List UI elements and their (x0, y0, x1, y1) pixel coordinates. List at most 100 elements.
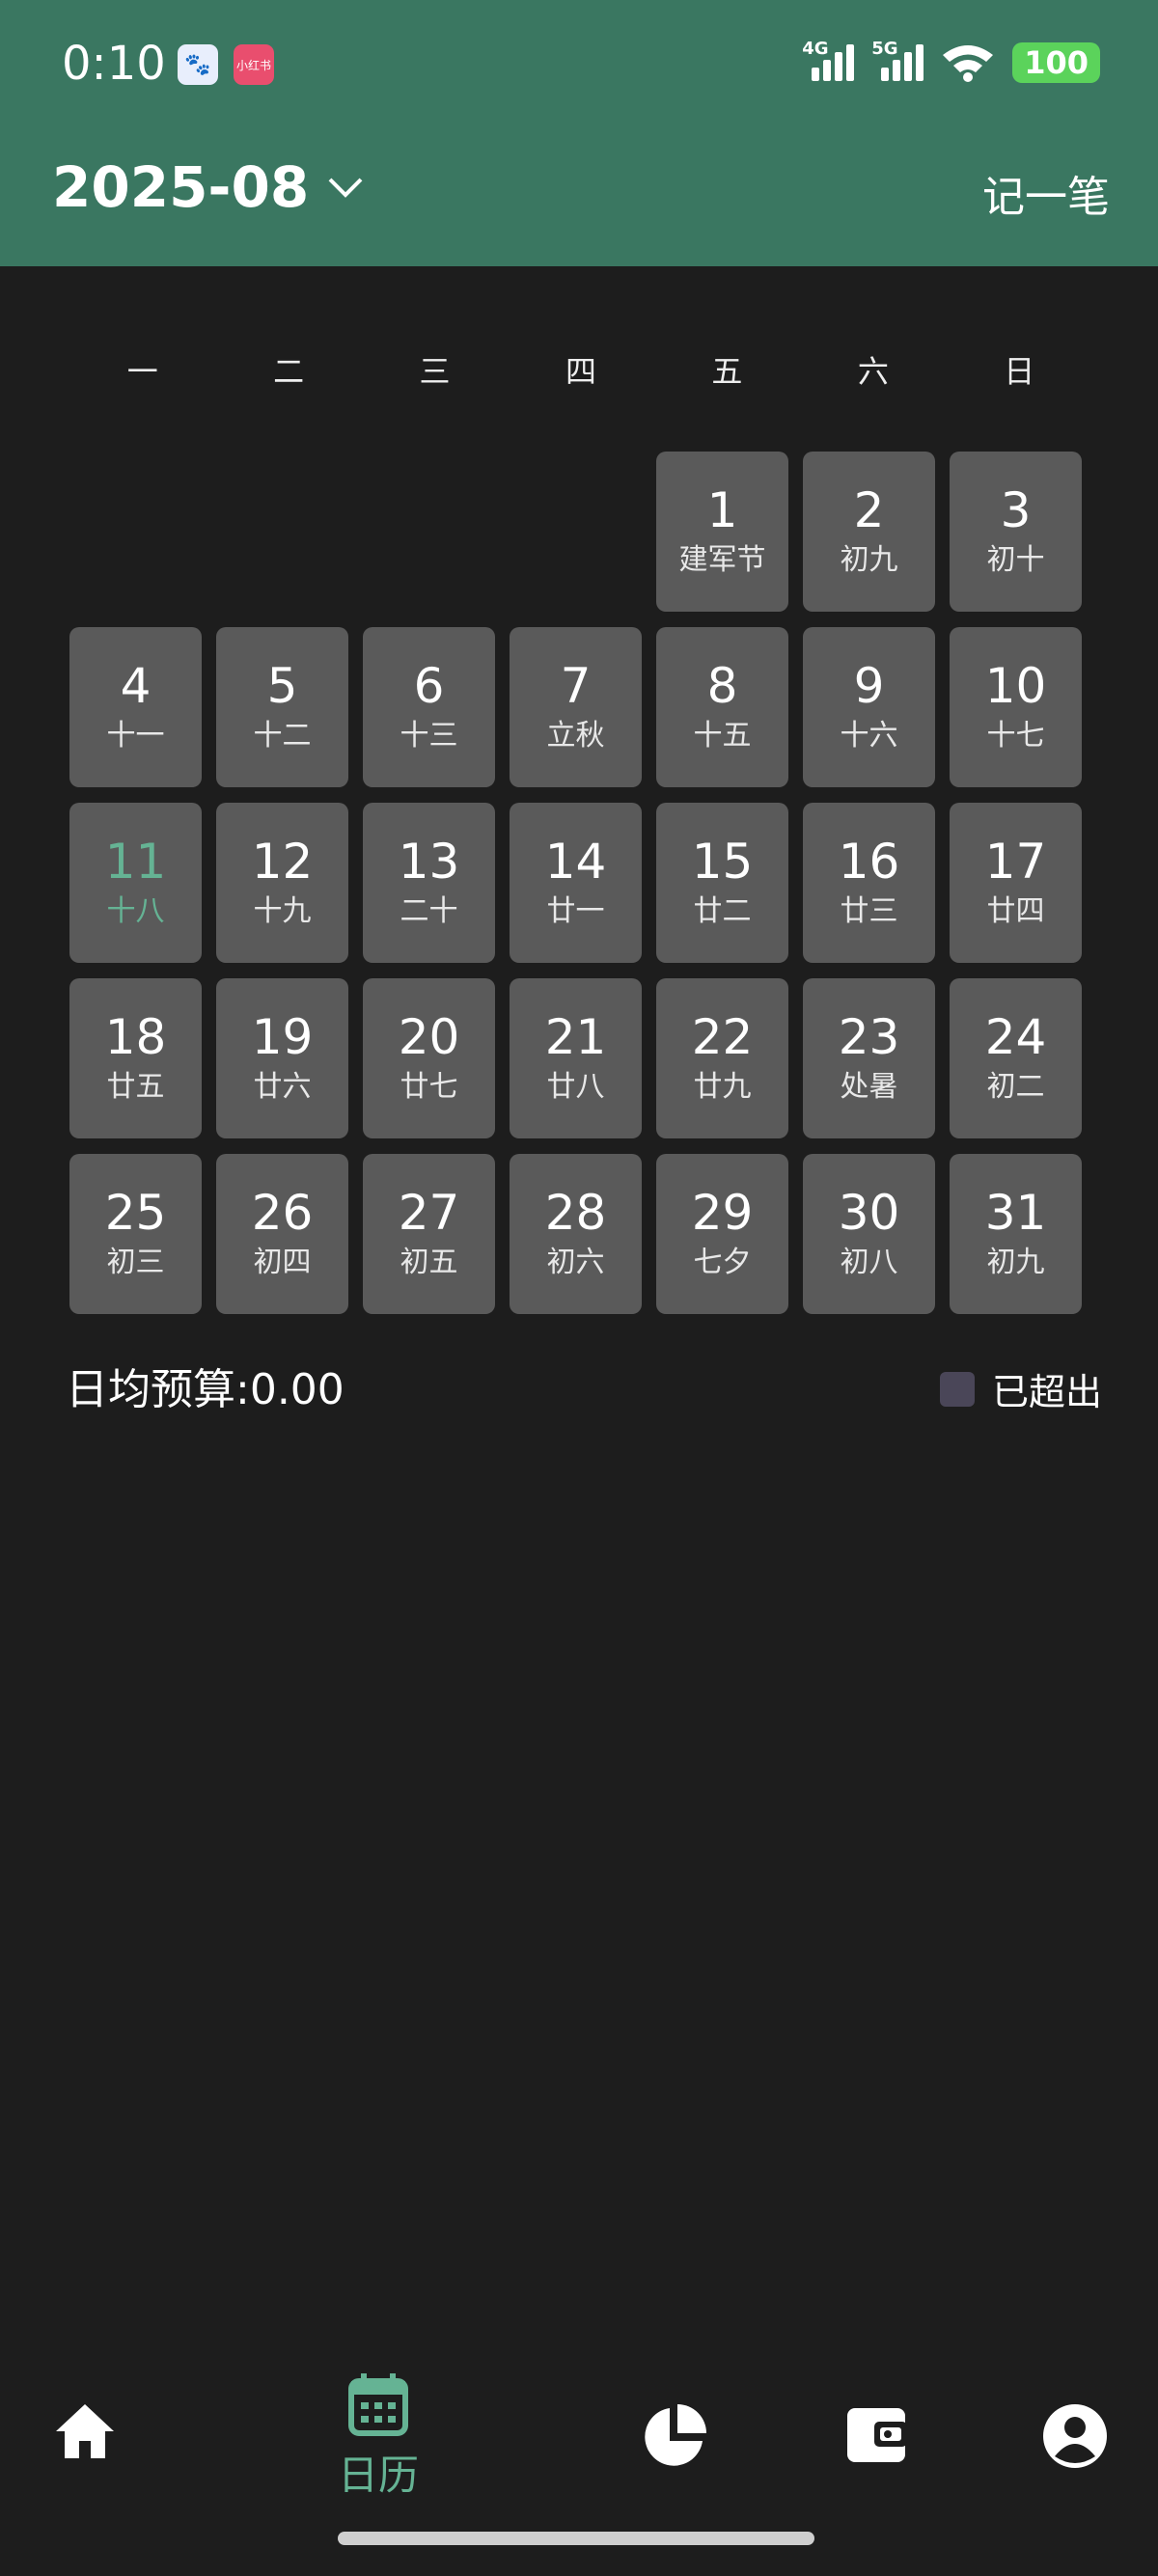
lunar-date: 建军节 (678, 543, 766, 577)
lunar-date: 初三 (106, 1246, 165, 1279)
wifi-icon (943, 45, 994, 82)
day-number: 13 (398, 834, 460, 890)
calendar-day-cell[interactable]: 6 十三 (363, 627, 495, 787)
weekday-label: 日 (1004, 353, 1035, 390)
calendar-day-cell[interactable]: 8 十五 (656, 627, 788, 787)
lunar-date: 廿五 (106, 1070, 165, 1104)
calendar-day-cell[interactable]: 16 廿三 (803, 803, 935, 963)
calendar-blank-cell (216, 452, 348, 612)
day-number: 16 (838, 834, 900, 890)
app-header: 0:10 🐾 小红书 4G 5G 100 2025-08 记一笔 (0, 0, 1158, 266)
calendar-day-cell[interactable]: 14 廿一 (510, 803, 642, 963)
calendar-blank-cell (363, 452, 495, 612)
lunar-date: 初四 (253, 1246, 312, 1279)
calendar-day-cell[interactable]: 1 建军节 (656, 452, 788, 612)
calendar-day-cell[interactable]: 5 十二 (216, 627, 348, 787)
signal-4g-icon: 4G (802, 39, 855, 81)
calendar-day-cell[interactable]: 12 十九 (216, 803, 348, 963)
calendar-day-cell[interactable]: 17 廿四 (950, 803, 1082, 963)
weekday-label: 一 (126, 353, 158, 390)
day-number: 23 (838, 1009, 900, 1065)
calendar-day-cell[interactable]: 2 初九 (803, 452, 935, 612)
calendar-day-cell[interactable]: 25 初三 (69, 1154, 202, 1314)
calendar-day-cell[interactable]: 13 二十 (363, 803, 495, 963)
day-number: 10 (984, 658, 1047, 714)
calendar-day-cell[interactable]: 11 十八 (69, 803, 202, 963)
calendar-day-cell[interactable]: 15 廿二 (656, 803, 788, 963)
day-number: 12 (251, 834, 314, 890)
calendar-day-cell[interactable]: 26 初四 (216, 1154, 348, 1314)
lunar-date: 十六 (840, 719, 898, 753)
profile-icon (1043, 2404, 1107, 2468)
day-number: 25 (104, 1185, 167, 1241)
day-number: 21 (544, 1009, 607, 1065)
status-time: 0:10 (62, 37, 166, 91)
weekday-label: 五 (711, 353, 743, 390)
weekday-header: 一 二 三 四 五 六 日 (69, 347, 1092, 392)
month-selector[interactable]: 2025-08 (52, 154, 365, 220)
calendar-day-cell[interactable]: 31 初九 (950, 1154, 1082, 1314)
day-number: 1 (706, 482, 738, 538)
day-number: 28 (544, 1185, 607, 1241)
lunar-date: 初九 (986, 1246, 1045, 1279)
pie-chart-icon (645, 2404, 706, 2466)
day-number: 24 (984, 1009, 1047, 1065)
calendar-blank-cell (510, 452, 642, 612)
calendar-day-cell[interactable]: 28 初六 (510, 1154, 642, 1314)
xiaohongshu-app-icon: 小红书 (234, 44, 274, 85)
lunar-date: 七夕 (693, 1246, 752, 1279)
calendar-day-cell[interactable]: 4 十一 (69, 627, 202, 787)
calendar-day-cell[interactable]: 24 初二 (950, 978, 1082, 1138)
lunar-date: 廿九 (693, 1070, 752, 1104)
nav-calendar-label: 日历 (337, 2452, 419, 2499)
calendar-day-cell[interactable]: 7 立秋 (510, 627, 642, 787)
lunar-date: 二十 (400, 894, 458, 928)
day-number: 7 (560, 658, 592, 714)
day-number: 9 (853, 658, 885, 714)
calendar-day-cell[interactable]: 10 十七 (950, 627, 1082, 787)
calendar-blank-cell (69, 452, 202, 612)
baidu-app-icon: 🐾 (178, 44, 218, 85)
signal-5g-icon: 5G (871, 39, 924, 81)
lunar-date: 廿三 (840, 894, 898, 928)
day-number: 26 (251, 1185, 314, 1241)
nav-home[interactable] (17, 2400, 152, 2462)
chevron-down-icon (328, 178, 363, 198)
calendar-day-cell[interactable]: 20 廿七 (363, 978, 495, 1138)
day-number: 8 (706, 658, 738, 714)
day-number: 19 (251, 1009, 314, 1065)
calendar-day-cell[interactable]: 3 初十 (950, 452, 1082, 612)
day-number: 29 (691, 1185, 754, 1241)
calendar-day-cell[interactable]: 9 十六 (803, 627, 935, 787)
day-number: 6 (413, 658, 445, 714)
calendar-day-cell[interactable]: 29 七夕 (656, 1154, 788, 1314)
nav-calendar[interactable]: 日历 (311, 2373, 446, 2502)
record-button[interactable]: 记一笔 (982, 162, 1110, 224)
lunar-date: 廿四 (986, 894, 1045, 928)
daily-budget: 日均预算:0.00 (66, 1365, 345, 1414)
calendar-day-cell[interactable]: 21 廿八 (510, 978, 642, 1138)
calendar-icon (348, 2373, 408, 2436)
lunar-date: 十二 (253, 719, 312, 753)
calendar-day-cell[interactable]: 27 初五 (363, 1154, 495, 1314)
day-number: 14 (544, 834, 607, 890)
nav-wallet[interactable] (809, 2404, 944, 2464)
day-number: 20 (398, 1009, 460, 1065)
lunar-date: 初八 (840, 1246, 898, 1279)
calendar-day-cell[interactable]: 23 处暑 (803, 978, 935, 1138)
calendar-day-cell[interactable]: 18 廿五 (69, 978, 202, 1138)
lunar-date: 十三 (400, 719, 458, 753)
day-number: 17 (984, 834, 1047, 890)
calendar-day-cell[interactable]: 19 廿六 (216, 978, 348, 1138)
lunar-date: 立秋 (546, 719, 605, 753)
lunar-date: 十五 (693, 719, 752, 753)
status-indicators: 4G 5G 100 (802, 39, 1100, 83)
nav-statistics[interactable] (606, 2404, 741, 2470)
calendar-day-cell[interactable]: 22 廿九 (656, 978, 788, 1138)
lunar-date: 初十 (986, 543, 1045, 577)
weekday-label: 六 (857, 353, 889, 390)
day-number: 15 (691, 834, 754, 890)
lunar-date: 处暑 (840, 1070, 898, 1104)
calendar-day-cell[interactable]: 30 初八 (803, 1154, 935, 1314)
nav-profile[interactable] (1007, 2402, 1143, 2470)
